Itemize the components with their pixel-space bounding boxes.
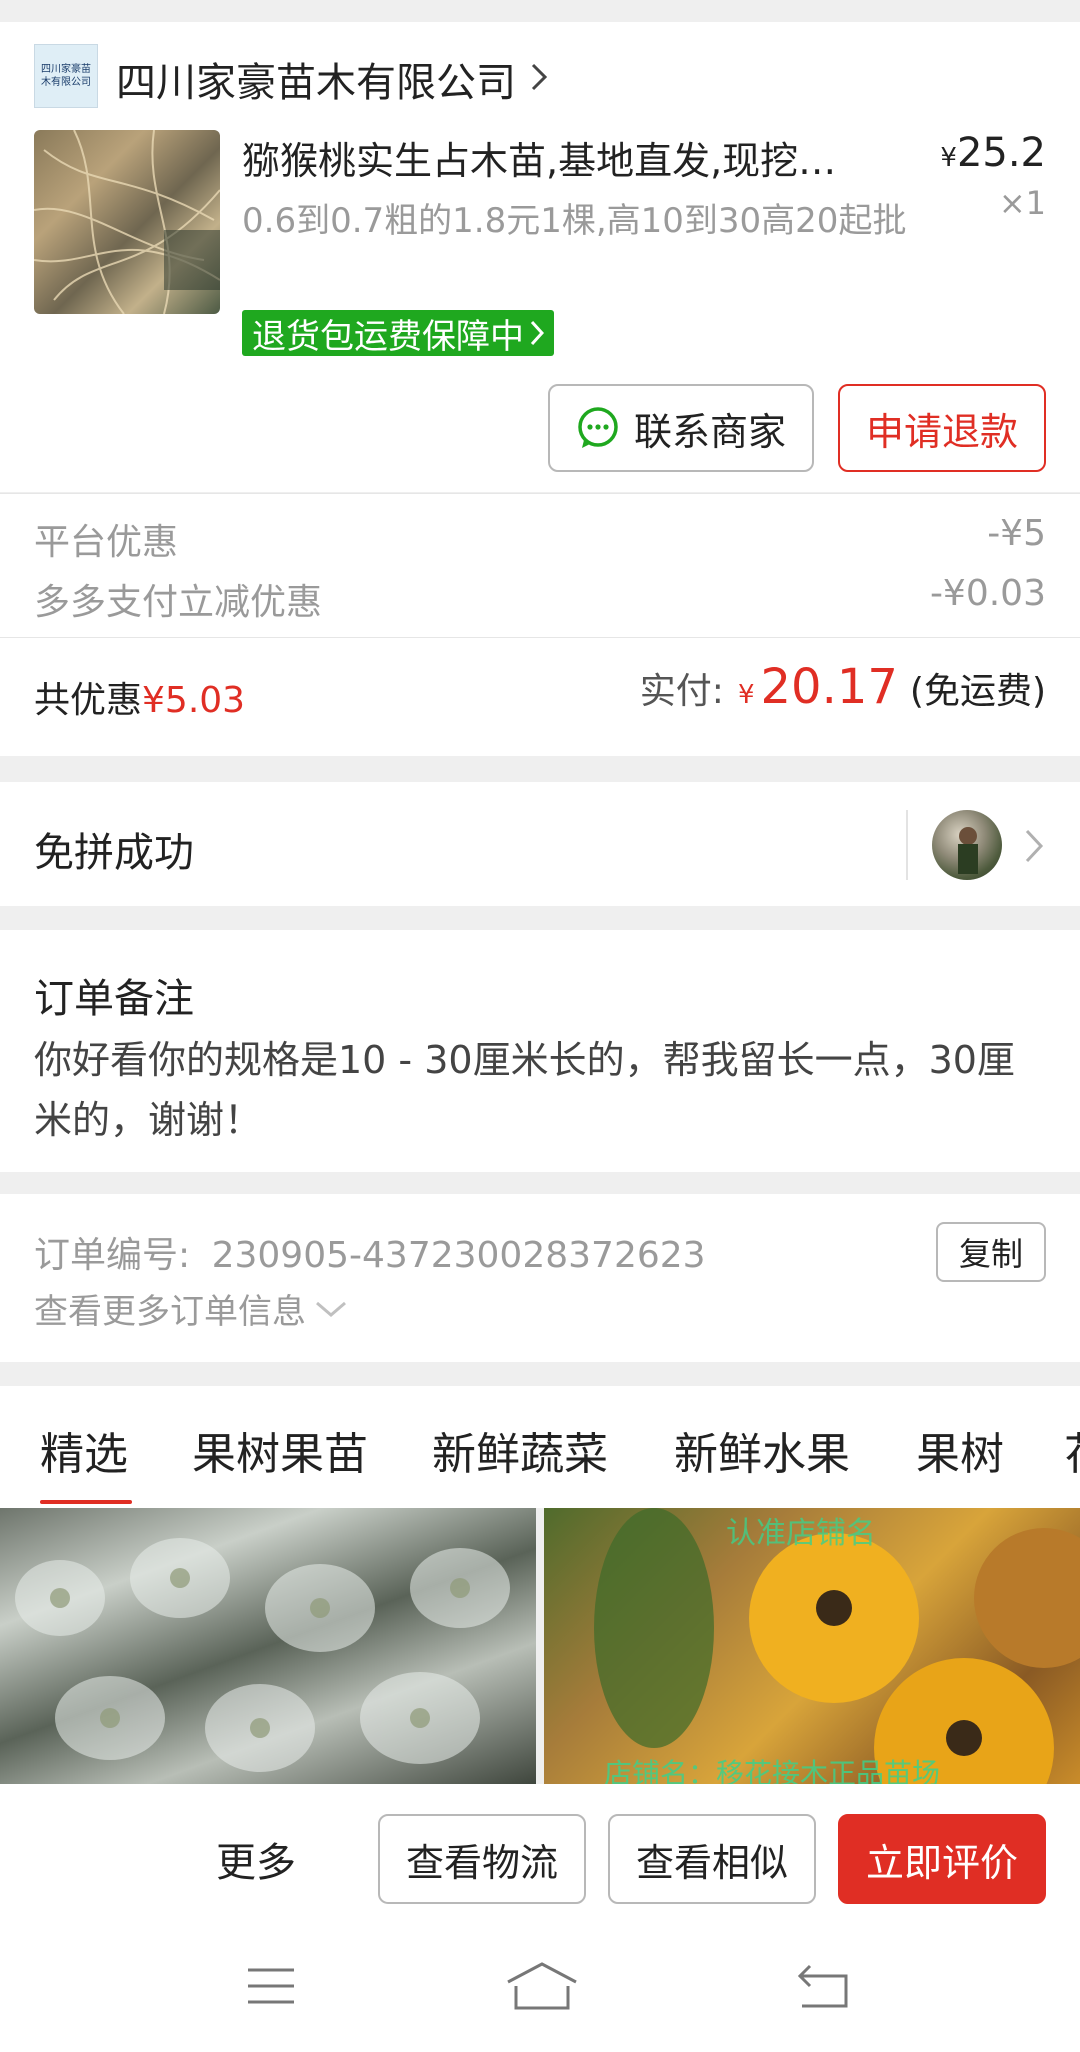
recommend-item-right[interactable]: 认准店铺名 店铺名：移花接木正品苗场: [544, 1508, 1080, 1784]
more-order-info-label: 查看更多订单信息: [34, 1292, 306, 1332]
price-value: 25.2: [956, 130, 1046, 176]
product-image[interactable]: [34, 130, 220, 314]
product-price: ¥25.2: [940, 130, 1046, 176]
back-icon[interactable]: [796, 1964, 852, 2014]
order-item-card: 四川家豪苗木有限公司 四川家豪苗木有限公司 猕猴桃实生占木苗,基地直发,现挖… …: [0, 22, 1080, 492]
order-number-label: 订单编号:: [34, 1235, 191, 1276]
remark-title: 订单备注: [34, 976, 194, 1022]
shop-name-link[interactable]: 四川家豪苗木有限公司: [116, 50, 548, 108]
group-status-row[interactable]: 免拼成功: [0, 782, 1080, 906]
order-number-value: 230905-437230028372623: [211, 1235, 706, 1276]
more-button[interactable]: 更多: [216, 1830, 296, 1888]
guarantee-label: 退货包运费保障中: [252, 316, 524, 357]
paid-currency: ¥: [737, 680, 755, 710]
order-number: 订单编号: 230905-437230028372623: [34, 1226, 706, 1278]
contact-merchant-button[interactable]: 联系商家: [548, 384, 814, 472]
contact-label: 联系商家: [633, 409, 786, 454]
chat-bubble-icon: [576, 406, 620, 450]
tab-fruit-trees[interactable]: 果树: [916, 1418, 1004, 1482]
discount-value-payment: -¥0.03: [929, 573, 1046, 614]
view-logistics-button[interactable]: 查看物流: [378, 1814, 586, 1904]
total-discount: 共优惠¥5.03: [34, 671, 245, 723]
guarantee-badge[interactable]: 退货包运费保障中: [242, 310, 554, 357]
chevron-down-icon: [314, 1299, 348, 1319]
discount-value-platform: -¥5: [987, 513, 1046, 554]
chevron-right-icon: [530, 56, 548, 102]
discount-label-platform: 平台优惠: [34, 522, 179, 563]
tab-flowers[interactable]: 花: [1064, 1418, 1080, 1482]
paid-amount: 实付: ¥ 20.17 (免运费): [640, 659, 1046, 715]
product-title[interactable]: 猕猴桃实生占木苗,基地直发,现挖…: [242, 130, 882, 185]
order-info-card: 订单编号: 230905-437230028372623 复制 查看更多订单信息: [0, 1194, 1080, 1362]
remark-text: 你好看你的规格是10 - 30厘米长的，帮我留长一点，30厘米的，谢谢！: [34, 1038, 1015, 1142]
tab-selected[interactable]: 精选: [40, 1418, 128, 1482]
more-order-info-link[interactable]: 查看更多订单信息: [34, 1284, 348, 1333]
group-status-text: 免拼成功: [34, 830, 194, 876]
order-remark-card: 订单备注 你好看你的规格是10 - 30厘米长的，帮我留长一点，30厘米的，谢谢…: [0, 930, 1080, 1172]
price-currency: ¥: [940, 143, 957, 173]
divider-vertical: [906, 810, 908, 880]
recommend-item-left[interactable]: [0, 1508, 536, 1784]
shipping-note: (免运费): [909, 671, 1046, 712]
copy-order-number-button[interactable]: 复制: [936, 1222, 1046, 1282]
product-spec: 0.6到0.7粗的1.8元1棵,高10到30高20起批: [242, 201, 907, 241]
divider: [0, 637, 1080, 638]
total-discount-value: ¥5.03: [142, 680, 246, 721]
discount-card: 平台优惠 -¥5 多多支付立减优惠 -¥0.03 共优惠¥5.03 实付: ¥ …: [0, 493, 1080, 756]
paid-value: 20.17: [760, 659, 898, 715]
shop-name: 四川家豪苗木有限公司: [116, 60, 516, 106]
shop-logo-text: 四川家豪苗木有限公司: [41, 64, 91, 88]
tab-fresh-fruits[interactable]: 新鲜水果: [674, 1418, 850, 1482]
total-discount-label: 共优惠: [34, 680, 143, 721]
chevron-right-icon: [530, 320, 544, 346]
tab-active-indicator: [40, 1500, 132, 1504]
menu-icon[interactable]: [246, 1966, 296, 2010]
tab-fresh-vegetables[interactable]: 新鲜蔬菜: [432, 1418, 608, 1482]
chevron-right-icon: [1024, 828, 1044, 868]
divider: [0, 493, 1080, 494]
view-similar-button[interactable]: 查看相似: [608, 1814, 816, 1904]
home-icon[interactable]: [506, 1962, 578, 2016]
shop-logo[interactable]: 四川家豪苗木有限公司: [34, 44, 98, 108]
avatar[interactable]: [932, 810, 1002, 880]
tab-fruit-seedlings[interactable]: 果树果苗: [192, 1418, 368, 1482]
paid-label: 实付:: [639, 671, 724, 712]
discount-label-payment: 多多支付立减优惠: [34, 582, 323, 623]
product-quantity: ×1: [998, 184, 1046, 222]
review-now-button[interactable]: 立即评价: [838, 1814, 1046, 1904]
apply-refund-button[interactable]: 申请退款: [838, 384, 1046, 472]
image-watermark-bottom: 店铺名：移花接木正品苗场: [604, 1757, 941, 1784]
image-watermark-top: 认准店铺名: [726, 1516, 876, 1551]
